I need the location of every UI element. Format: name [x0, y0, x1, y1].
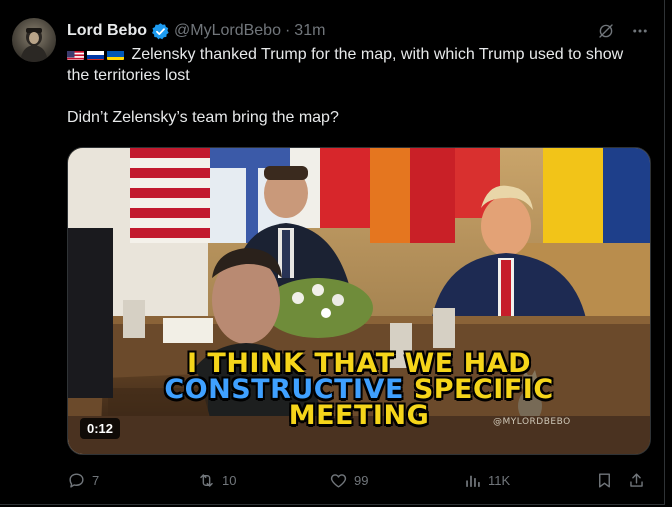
post-time[interactable]: 31m: [294, 22, 325, 40]
video-duration: 0:12: [80, 418, 121, 439]
post-text-line1: Zelensky thanked Trump for the map, with…: [67, 46, 624, 84]
views-button[interactable]: 11K: [463, 471, 510, 490]
reply-button[interactable]: 7: [67, 471, 99, 490]
views-count: 11K: [488, 472, 511, 488]
post-actions: 7 10 99 11K: [67, 469, 649, 491]
share-icon: [630, 472, 643, 487]
share-button[interactable]: [627, 471, 646, 490]
more-options-icon[interactable]: [630, 21, 650, 41]
grok-icon[interactable]: [596, 21, 616, 41]
repost-count: 10: [222, 472, 237, 488]
ukraine-flag-icon: [107, 48, 124, 60]
post-header: Lord Bebo @MyLordBebo · 31m: [67, 20, 325, 42]
russia-flag-icon: [87, 48, 104, 60]
like-button[interactable]: 99: [329, 471, 368, 490]
bookmark-button[interactable]: [595, 471, 614, 490]
avatar-image: [20, 28, 48, 62]
verified-badge-icon: [151, 22, 170, 41]
repost-button[interactable]: 10: [197, 471, 236, 490]
reply-count: 7: [92, 472, 100, 488]
post-top-controls: [596, 21, 650, 41]
bookmark-icon: [599, 472, 610, 488]
post-card[interactable]: Lord Bebo @MyLordBebo · 31m Zelensky tha…: [0, 0, 665, 505]
post-text: Zelensky thanked Trump for the map, with…: [67, 44, 647, 128]
separator-dot: ·: [284, 22, 291, 39]
like-count: 99: [354, 472, 369, 488]
us-flag-icon: [67, 48, 84, 60]
video-player[interactable]: I THINK THAT WE HAD CONSTRUCTIVE SPECIFI…: [67, 147, 651, 455]
heart-icon: [330, 473, 347, 488]
video-watermark: @MYLORDBEBO: [493, 417, 571, 427]
user-handle[interactable]: @MyLordBebo: [174, 22, 281, 40]
display-name[interactable]: Lord Bebo: [67, 22, 147, 40]
repost-icon: [200, 473, 213, 487]
reply-icon: [69, 472, 84, 488]
post-text-line2: Didn’t Zelensky’s team bring the map?: [67, 109, 339, 126]
views-icon: [466, 475, 480, 487]
avatar[interactable]: [12, 18, 56, 62]
